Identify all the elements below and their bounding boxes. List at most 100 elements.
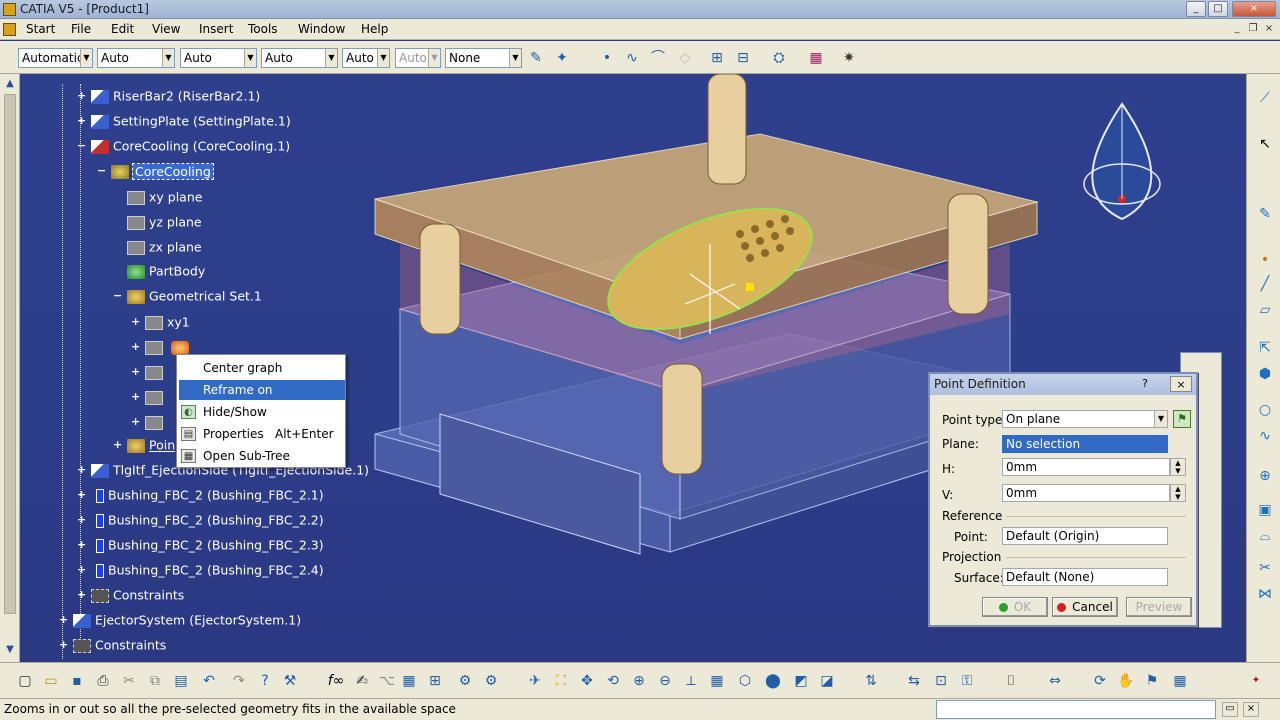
manip-icon[interactable]: ⇆	[904, 671, 924, 691]
view-manip-icon[interactable]: ⇅	[861, 671, 881, 691]
tree-item-constraints-2[interactable]: + Constraints	[59, 636, 166, 654]
menu-edit[interactable]: Edit	[111, 22, 134, 36]
compass-widget[interactable]	[1083, 102, 1161, 221]
rotate-icon[interactable]: ⟲	[603, 671, 623, 691]
render-style-icon[interactable]: ⬤	[763, 671, 783, 691]
maximize-button[interactable]: □	[1208, 1, 1228, 17]
sim-icon[interactable]: ⚑	[1142, 671, 1162, 691]
fly-mode-icon[interactable]: ✈	[525, 671, 545, 691]
scroll-track[interactable]	[4, 94, 16, 614]
snap-icon[interactable]: ⊡	[931, 671, 951, 691]
tree-item-bushing-2[interactable]: + Bushing_FBC_2 (Bushing_FBC_2.2)	[77, 511, 324, 529]
line-type-combo[interactable]: Auto ▼	[261, 48, 338, 68]
doc-minimize-icon[interactable]: _	[1230, 22, 1244, 36]
point-type-lock-icon[interactable]: ⚑	[1173, 410, 1191, 428]
tree-item-constraints-1[interactable]: + Constraints	[77, 586, 184, 604]
reference-point-field[interactable]: Default (Origin)	[1002, 527, 1168, 545]
point-icon[interactable]: •	[597, 48, 617, 68]
select-icon[interactable]: ↖	[1255, 134, 1275, 154]
help-button[interactable]: ?	[1134, 376, 1156, 392]
catalog-browser-icon[interactable]: ⊞	[425, 671, 445, 691]
multi-view-icon[interactable]: ▦	[707, 671, 727, 691]
tree-item-xy-plane[interactable]: xy plane	[127, 188, 202, 206]
print-icon[interactable]: ⎙	[93, 671, 113, 691]
measure-between-icon[interactable]: ⊞	[707, 48, 727, 68]
zoom-out-icon[interactable]: ⊖	[655, 671, 675, 691]
menu-item-open-sub-tree[interactable]: ▦ Open Sub-Tree	[179, 446, 345, 466]
normal-view-icon[interactable]: ⟂	[681, 671, 701, 691]
offset-icon[interactable]: ▣	[1255, 500, 1275, 520]
menu-item-hide-show[interactable]: ◐ Hide/Show	[179, 402, 345, 422]
scroll-up-icon[interactable]: ▲	[3, 78, 17, 92]
menu-window[interactable]: Window	[298, 22, 345, 36]
tree-item-zx-plane[interactable]: zx plane	[127, 238, 202, 256]
minimize-button[interactable]: _	[1186, 1, 1206, 17]
v-spinner[interactable]: ▲ ▼	[1170, 484, 1186, 502]
swap-visible-icon[interactable]: ◪	[817, 671, 837, 691]
color-combo[interactable]: Automatic ▼	[18, 48, 93, 68]
comment-icon[interactable]: ✍	[352, 671, 372, 691]
analysis-tool-icon[interactable]: ⚙	[481, 671, 501, 691]
rendering-combo[interactable]: Auto ▼	[395, 48, 441, 68]
tree-item-riserbar2[interactable]: + RiserBar2 (RiserBar2.1)	[77, 87, 260, 105]
extrude-icon[interactable]: ⬢	[1255, 364, 1275, 384]
eraser-icon[interactable]: ◇	[675, 48, 695, 68]
copy-icon[interactable]: ⧉	[145, 671, 165, 691]
analysis-icon[interactable]: ✷	[839, 48, 859, 68]
painter-icon[interactable]: ✎	[526, 48, 546, 68]
undo-icon[interactable]: ↶	[199, 671, 219, 691]
knowledge-icon[interactable]: ⌥	[377, 671, 397, 691]
fill-icon[interactable]: ⌓	[1255, 526, 1275, 546]
capture-icon[interactable]: ⌷	[1001, 671, 1021, 691]
part-design-icon[interactable]: ⚙	[455, 671, 475, 691]
pan-icon[interactable]: ✥	[577, 671, 597, 691]
projection-icon[interactable]: ⇱	[1255, 338, 1275, 358]
tree-item-corecooling-product[interactable]: − CoreCooling (CoreCooling.1)	[77, 137, 290, 155]
sketch-icon[interactable]: ✎	[1255, 204, 1275, 224]
join-icon[interactable]: ⊕	[1255, 466, 1275, 486]
save-icon[interactable]: ▪	[67, 671, 87, 691]
tools-icon[interactable]: ⚒	[280, 671, 300, 691]
tree-item-settingplate[interactable]: + SettingPlate (SettingPlate.1)	[77, 112, 291, 130]
h-input[interactable]: 0mm	[1002, 458, 1170, 476]
sweep-icon[interactable]: ⌒	[648, 48, 668, 68]
v-input[interactable]: 0mm	[1002, 484, 1170, 502]
point-tool-icon[interactable]: •	[1255, 250, 1275, 270]
iso-view-icon[interactable]: ⬡	[735, 671, 755, 691]
tree-item-bushing-3[interactable]: + Bushing_FBC_2 (Bushing_FBC_2.3)	[77, 536, 324, 554]
dialog-close-button[interactable]: ×	[1170, 376, 1192, 392]
scroll-down-icon[interactable]: ▼	[3, 644, 17, 658]
open-icon[interactable]: ▭	[41, 671, 61, 691]
split-icon[interactable]: ✂	[1255, 558, 1275, 578]
menu-help[interactable]: Help	[361, 22, 388, 36]
close-button[interactable]: ×	[1232, 1, 1276, 17]
compass-icon[interactable]: ⛭	[769, 48, 789, 68]
status-tab-icon[interactable]: ▭	[1222, 702, 1238, 717]
plane-tool-icon[interactable]: ▱	[1255, 300, 1275, 320]
measure-item-icon[interactable]: ⊟	[733, 48, 753, 68]
power-input-field[interactable]	[936, 700, 1216, 719]
doc-close-icon[interactable]: ×	[1262, 22, 1276, 36]
plane-selection-field[interactable]: No selection	[1002, 435, 1168, 453]
menu-item-center-graph[interactable]: Center graph	[179, 358, 345, 378]
help-icon[interactable]: ?	[255, 671, 275, 691]
left-scrollbar[interactable]: ▲ ▼	[0, 74, 20, 662]
catalog-icon[interactable]: ▦	[806, 48, 826, 68]
new-icon[interactable]: ▢	[15, 671, 35, 691]
trim-icon[interactable]: ⋈	[1255, 584, 1275, 604]
line-thickness-combo[interactable]: Auto ▼	[180, 48, 257, 68]
transparency-combo[interactable]: Auto ▼	[97, 48, 175, 68]
ok-button[interactable]: OK	[982, 597, 1048, 617]
hand-icon[interactable]: ✋	[1116, 671, 1136, 691]
paste-icon[interactable]: ▤	[171, 671, 191, 691]
tree-item-geometrical-set[interactable]: − Geometrical Set.1	[113, 287, 262, 305]
status-close-icon[interactable]: ×	[1243, 702, 1259, 717]
hide-show-tool-icon[interactable]: ◩	[791, 671, 811, 691]
preview-button[interactable]: Preview	[1126, 597, 1192, 617]
menu-tools[interactable]: Tools	[248, 22, 278, 36]
measure-icon[interactable]: ⇔	[1045, 671, 1065, 691]
sketcher-icon[interactable]: ⟋	[1255, 88, 1275, 108]
tree-item-ejectorsystem[interactable]: + EjectorSystem (EjectorSystem.1)	[59, 611, 301, 629]
layer-combo[interactable]: None ▼	[445, 48, 522, 68]
zoom-in-icon[interactable]: ⊕	[629, 671, 649, 691]
